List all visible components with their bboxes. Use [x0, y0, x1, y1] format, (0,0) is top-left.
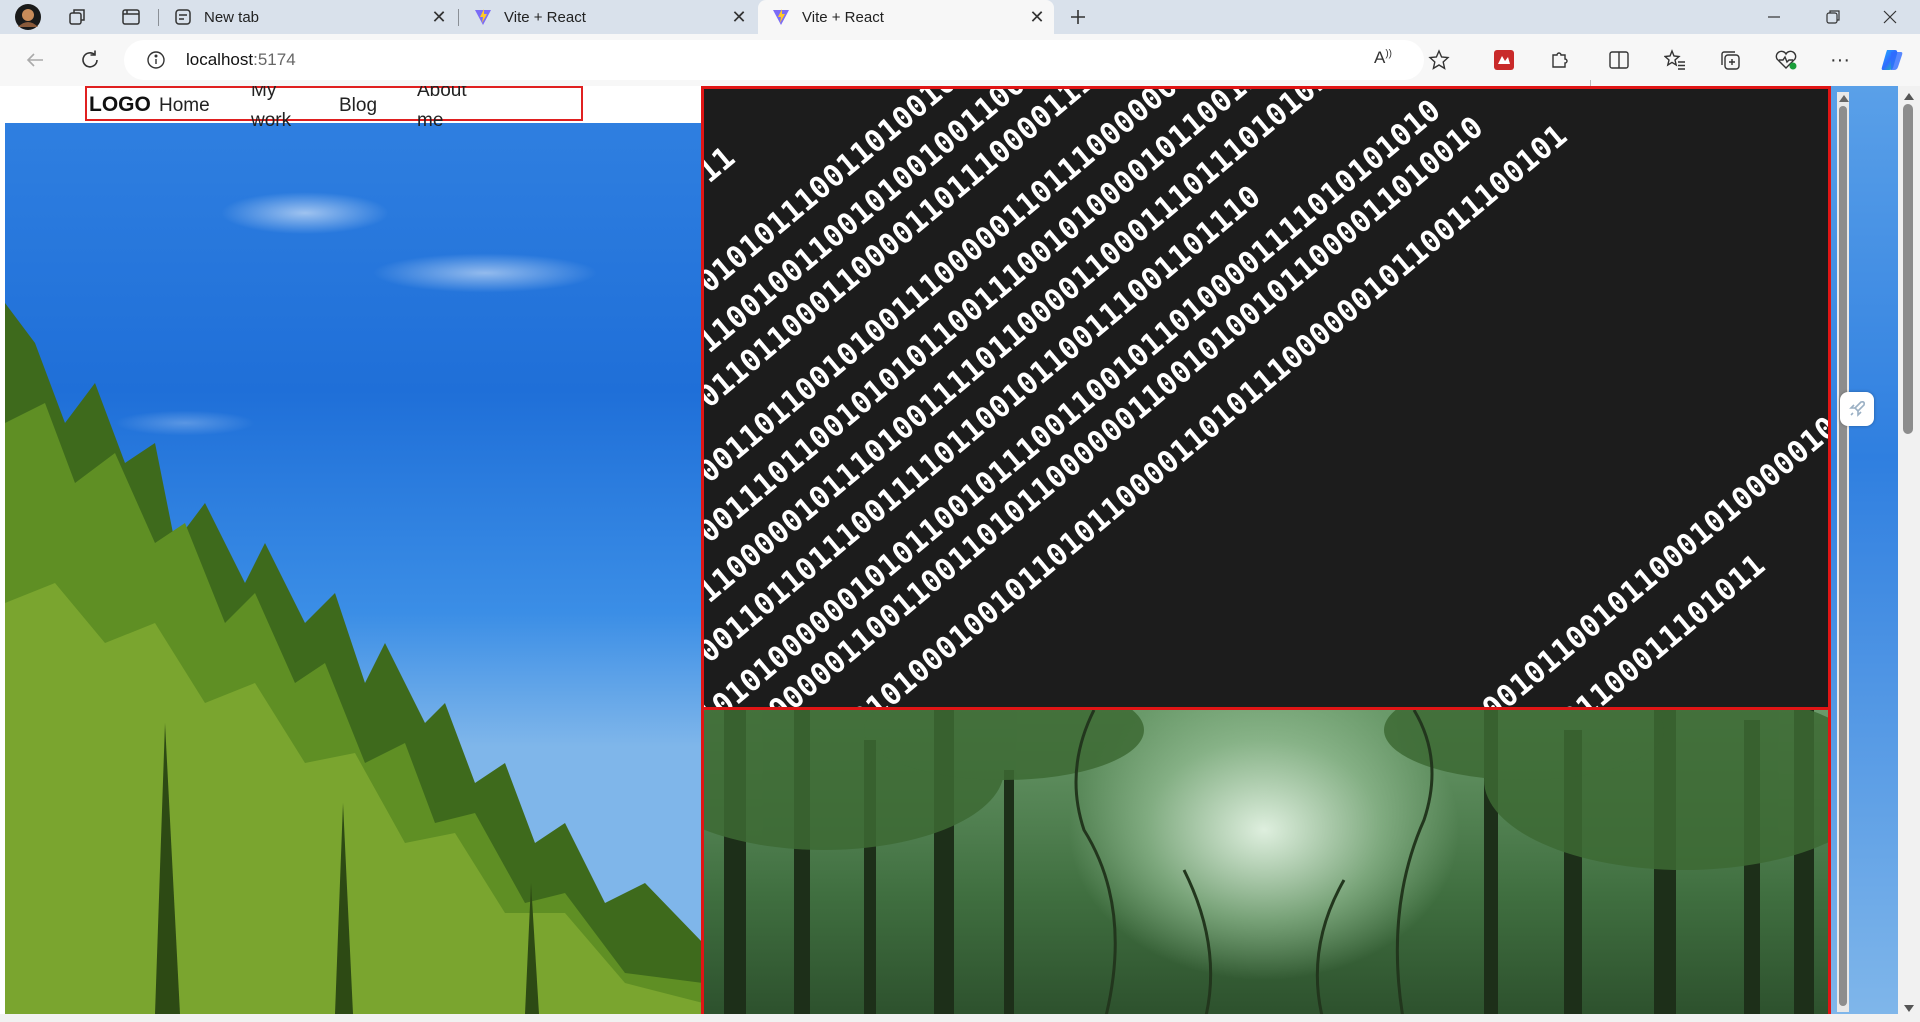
close-tab-icon[interactable]: ✕ [1026, 7, 1048, 28]
url-text: localhost:5174 [186, 50, 296, 70]
browser-essentials-icon[interactable] [1771, 45, 1801, 75]
tab-separator [458, 9, 459, 26]
minimize-icon[interactable] [1746, 0, 1802, 34]
workspaces-icon[interactable] [62, 2, 92, 32]
split-screen-icon[interactable] [1604, 45, 1634, 75]
pine-trees-illustration [5, 303, 703, 1014]
close-tab-icon[interactable]: ✕ [728, 7, 750, 28]
back-arrow-icon[interactable] [20, 45, 50, 75]
tab-vite-react-active[interactable]: Vite + React ✕ [758, 0, 1054, 34]
close-icon[interactable] [1862, 0, 1918, 34]
inner-scrollbar-thumb[interactable] [1839, 106, 1847, 1006]
refresh-icon[interactable] [75, 45, 105, 75]
url-port: :5174 [253, 50, 296, 69]
forest-sky-background-image [5, 123, 703, 1014]
tab-label: Vite + React [504, 8, 586, 26]
vite-logo-icon [474, 8, 492, 26]
inner-scroll-up-icon[interactable] [1839, 95, 1849, 102]
tab-new-tab[interactable]: New tab ✕ [160, 0, 456, 34]
profile-avatar-icon[interactable] [13, 2, 43, 32]
misty-forest-image [704, 710, 1828, 1014]
close-tab-icon[interactable]: ✕ [428, 7, 450, 28]
misty-forest-image-card [701, 707, 1831, 1014]
more-icon[interactable]: ··· [1825, 45, 1855, 75]
scroll-down-icon[interactable] [1904, 1005, 1914, 1012]
site-navbar: LOGO Home My work Blog About me [85, 86, 583, 131]
restore-icon[interactable] [1805, 0, 1861, 34]
nav-link-blog[interactable]: Blog [339, 91, 377, 121]
vite-logo-icon [772, 8, 790, 26]
tab-actions-icon[interactable] [116, 2, 146, 32]
nav-link-about-me[interactable]: About me [417, 86, 467, 136]
page-viewport: LOGO Home My work Blog About me 11 010101… [5, 86, 1898, 1014]
page-scrollbar-thumb[interactable] [1903, 104, 1913, 434]
tab-label: Vite + React [802, 8, 884, 26]
tab-strip: New tab ✕ Vite + React ✕ Vite + React ✕ [0, 0, 1920, 34]
copilot-icon[interactable] [1877, 45, 1907, 75]
sidebar-rocket-icon[interactable] [1840, 392, 1874, 426]
favorites-icon[interactable] [1660, 45, 1690, 75]
extension-icon[interactable] [1489, 45, 1519, 75]
nav-link-my-work[interactable]: My work [251, 86, 291, 136]
binary-row: 0101100101100101100010100000101001011001 [1407, 294, 1828, 707]
puzzle-icon[interactable] [1544, 45, 1574, 75]
star-icon[interactable] [1424, 45, 1454, 75]
info-icon[interactable] [146, 50, 166, 70]
read-aloud-icon[interactable]: A)) [1374, 48, 1398, 72]
url-host: localhost [186, 50, 254, 69]
bottom-edge [0, 1014, 1898, 1022]
scroll-up-icon[interactable] [1904, 93, 1914, 100]
site-logo[interactable]: LOGO [89, 93, 151, 117]
tab-label: New tab [204, 8, 260, 26]
binary-code-image: 1101010111001101001011100100110010100100… [704, 89, 1828, 707]
tab-vite-react[interactable]: Vite + React ✕ [460, 0, 756, 34]
address-bar[interactable]: localhost:5174 A)) [124, 40, 1424, 80]
binary-row: 11 [704, 140, 742, 190]
browser-toolbar: localhost:5174 A)) ··· [0, 34, 1920, 106]
tab-separator [158, 9, 159, 26]
nav-link-home[interactable]: Home [159, 91, 210, 121]
binary-code-image-card: 11 0101011100110100101 1100100110010100100… [701, 86, 1831, 710]
collections-icon[interactable] [1715, 45, 1745, 75]
new-tab-page-icon [174, 8, 192, 26]
plus-icon[interactable] [1063, 2, 1093, 32]
